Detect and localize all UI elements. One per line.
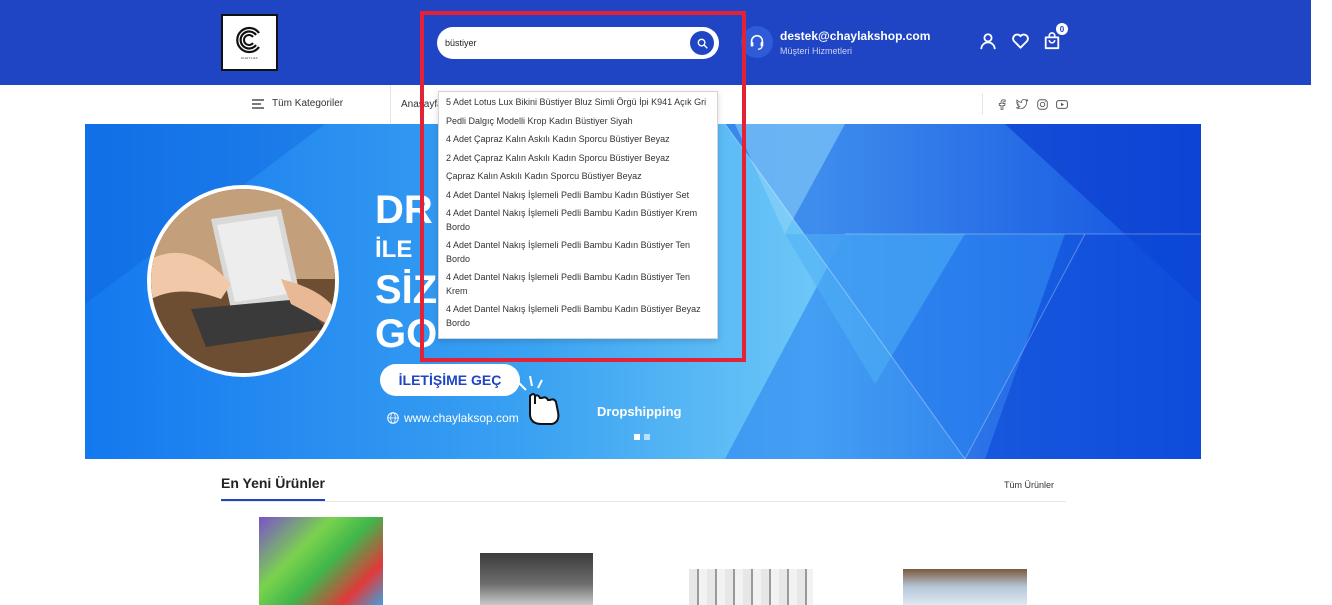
support-subtitle: Müşteri Hizmetleri xyxy=(780,45,853,56)
search-suggestions: 5 Adet Lotus Lux Bikini Büstiyer Bluz Si… xyxy=(438,91,718,339)
user-icon xyxy=(980,33,996,50)
banner-headline: DR İLE SİZ GO xyxy=(375,188,437,356)
page: CHAYLAK destek@chaylakshop xyxy=(0,0,1332,605)
search-button[interactable] xyxy=(690,31,714,55)
search-icon xyxy=(697,38,708,49)
cart-button[interactable]: 0 xyxy=(1042,23,1068,51)
logo-wordmark: CHAYLAK xyxy=(240,56,259,60)
nav-separator xyxy=(982,93,983,115)
suggestion-item[interactable]: Çapraz Kalın Askılı Kadın Sporcu Büstiye… xyxy=(439,169,717,185)
site-header: CHAYLAK destek@chaylakshop xyxy=(0,0,1311,85)
product-image-1[interactable] xyxy=(259,517,383,605)
slider-dots xyxy=(634,434,650,440)
header-actions: 0 xyxy=(978,23,1068,51)
search-input[interactable] xyxy=(437,27,677,59)
suggestion-item[interactable]: 2 Adet Çapraz Kalın Askılı Kadın Sporcu … xyxy=(439,151,717,167)
customer-support[interactable]: destek@chaylakshop.com Müşteri Hizmetler… xyxy=(741,26,930,58)
banner-tag: Dropshipping xyxy=(597,404,682,419)
banner-url-text: www.chaylaksop.com xyxy=(404,411,519,425)
slider-dot-2[interactable] xyxy=(644,434,650,440)
all-products-link[interactable]: Tüm Ürünler xyxy=(1004,480,1054,490)
site-logo[interactable]: CHAYLAK xyxy=(221,14,278,71)
section-title: En Yeni Ürünler xyxy=(221,475,325,491)
banner-headline-line-2: İLE xyxy=(375,236,413,263)
youtube-icon[interactable] xyxy=(1056,98,1068,110)
headset-icon xyxy=(741,26,773,58)
twitter-icon[interactable] xyxy=(1016,98,1028,110)
shopping-bag-icon xyxy=(1044,32,1060,50)
suggestion-item[interactable]: 4 Adet Dantel Nakış İşlemeli Pedli Bambu… xyxy=(439,238,717,267)
globe-icon xyxy=(387,412,399,424)
search-bar xyxy=(437,27,719,59)
section-divider xyxy=(221,501,1066,502)
banner-headline-line-4: GO xyxy=(375,312,438,356)
support-email[interactable]: destek@chaylakshop.com xyxy=(780,29,930,43)
account-button[interactable] xyxy=(978,31,998,51)
suggestion-item[interactable]: 4 Adet Dantel Nakış İşlemeli Pedli Bambu… xyxy=(439,302,717,331)
banner-website: www.chaylaksop.com xyxy=(387,411,519,425)
banner-headline-line-3: SİZ xyxy=(375,268,438,312)
menu-icon xyxy=(252,98,264,109)
nav-link-home[interactable]: Anasayfa xyxy=(401,99,443,110)
all-categories-button[interactable]: Tüm Kategoriler xyxy=(252,98,343,109)
product-image-4[interactable] xyxy=(903,569,1027,605)
suggestion-item[interactable]: 4 Adet Dantel Nakış İşlemeli Pedli Bambu… xyxy=(439,270,717,299)
all-categories-label: Tüm Kategoriler xyxy=(272,98,344,109)
facebook-icon[interactable] xyxy=(996,98,1008,110)
social-links xyxy=(996,98,1068,110)
slider-dot-1[interactable] xyxy=(634,434,640,440)
contact-cta-button[interactable]: İLETİŞİME GEÇ xyxy=(380,364,520,396)
suggestion-item[interactable]: 4 Adet Dantel Nakış İşlemeli Pedli Bambu… xyxy=(439,206,717,235)
nav-divider xyxy=(390,85,391,124)
suggestion-item[interactable]: 5 Adet Lotus Lux Bikini Büstiyer Bluz Si… xyxy=(439,95,717,111)
heart-icon xyxy=(1011,33,1029,49)
suggestion-item[interactable]: 4 Adet Dantel Nakış İşlemeli Pedli Bambu… xyxy=(439,188,717,204)
wishlist-button[interactable] xyxy=(1010,31,1030,51)
suggestion-item[interactable]: 4 Adet Çapraz Kalın Askılı Kadın Sporcu … xyxy=(439,132,717,148)
logo-c-icon xyxy=(235,26,260,54)
support-text: destek@chaylakshop.com Müşteri Hizmetler… xyxy=(780,29,930,56)
instagram-icon[interactable] xyxy=(1036,98,1048,110)
banner-headline-line-1: DR xyxy=(375,188,433,232)
product-image-2[interactable] xyxy=(480,553,593,605)
cart-count-badge: 0 xyxy=(1056,23,1068,35)
suggestion-item[interactable]: Pedli Dalgıç Modelli Krop Kadın Büstiyer… xyxy=(439,114,717,130)
product-image-3[interactable] xyxy=(689,569,813,605)
banner-photo-laptop xyxy=(147,185,339,377)
